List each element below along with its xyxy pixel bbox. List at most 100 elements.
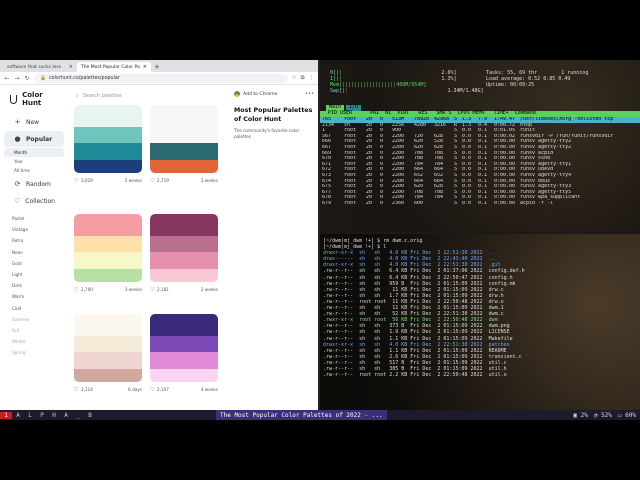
nav-popular-alltime[interactable]: All time [4, 166, 64, 175]
tag-link[interactable]: Retro [0, 235, 68, 246]
like-button[interactable]: ♡ 3,029 [74, 178, 93, 184]
color-swatch[interactable] [150, 214, 218, 237]
workspace-tag[interactable]: A [12, 412, 24, 419]
color-swatch[interactable] [150, 314, 218, 337]
palette-meta: ♡ 2,107 4 weeks [150, 387, 218, 393]
nav-popular-year[interactable]: Year [4, 157, 64, 166]
extensions-icon[interactable]: ⧉ [301, 75, 305, 82]
back-icon[interactable]: ← [4, 75, 10, 82]
tag-link[interactable]: Warm [0, 291, 68, 302]
tag-link[interactable]: Spring [0, 347, 68, 358]
tag-link[interactable]: Dark [0, 280, 68, 291]
reload-icon[interactable]: ↻ [24, 75, 30, 82]
palette-card[interactable]: ♡ 3,029 5 weeks [74, 105, 142, 184]
palette-swatches[interactable] [74, 314, 142, 382]
htop-terminal[interactable]: 0[|| 2.6%] 1[|| 1.3%] Mem[||||||||||||||… [320, 60, 640, 232]
palette-age: 2 weeks [200, 287, 218, 292]
color-swatch[interactable] [74, 336, 142, 353]
workspace-tag[interactable]: H [48, 412, 60, 419]
color-swatch[interactable] [74, 268, 142, 282]
color-swatch[interactable] [74, 368, 142, 382]
palette-card[interactable]: ♡ 2,114 6 days [74, 314, 142, 393]
color-swatch[interactable] [150, 236, 218, 253]
battery-icon: ▭ [617, 411, 622, 419]
palette-card[interactable]: ♡ 2,719 3 weeks [150, 105, 218, 184]
palette-swatches[interactable] [150, 314, 218, 382]
color-swatch[interactable] [74, 236, 142, 253]
color-swatch[interactable] [150, 352, 218, 369]
more-icon[interactable]: ••• [305, 91, 314, 97]
color-swatch[interactable] [74, 159, 142, 173]
palette-swatches[interactable] [74, 214, 142, 282]
color-swatch[interactable] [150, 127, 218, 144]
forward-icon[interactable]: → [14, 75, 20, 82]
process-table-header[interactable]: PID USER PRI NI VIRT RES SHR S CPU% MEM%… [320, 110, 640, 117]
palette-age: 3 weeks [124, 287, 142, 292]
color-swatch[interactable] [150, 159, 218, 173]
palette-swatches[interactable] [150, 105, 218, 173]
search-box[interactable]: ⌕ Search palettes [74, 90, 224, 102]
menu-icon[interactable]: ⋮ [309, 75, 315, 82]
workspace-tag[interactable]: 1 [0, 411, 12, 419]
logo[interactable]: Color Hunt [0, 85, 68, 113]
like-button[interactable]: ♡ 2,181 [150, 287, 169, 293]
color-swatch[interactable] [74, 143, 142, 160]
tag-link[interactable]: Vintage [0, 224, 68, 235]
like-button[interactable]: ♡ 2,719 [150, 178, 169, 184]
nav-new[interactable]: + New [4, 114, 64, 130]
palette-card[interactable]: ♡ 2,700 3 weeks [74, 214, 142, 293]
tag-link[interactable]: Gold [0, 258, 68, 269]
tag-link[interactable]: Summer [0, 314, 68, 325]
tab-suckless[interactable]: software that sucks less × [3, 62, 77, 72]
workspace-tag[interactable]: _ [72, 412, 84, 419]
tag-link[interactable]: Neon [0, 247, 68, 258]
workspace-tag[interactable]: L [24, 412, 36, 419]
palette-age: 6 days [128, 387, 142, 392]
star-icon[interactable]: ☆ [292, 75, 297, 82]
color-swatch[interactable] [74, 252, 142, 269]
palette-age: 4 weeks [200, 387, 218, 392]
color-swatch[interactable] [150, 252, 218, 269]
like-button[interactable]: ♡ 2,700 [74, 287, 93, 293]
color-swatch[interactable] [74, 352, 142, 369]
color-swatch[interactable] [150, 336, 218, 353]
close-icon[interactable]: × [143, 64, 147, 70]
nav-collection[interactable]: ♡ Collection [4, 193, 64, 209]
color-swatch[interactable] [74, 214, 142, 237]
like-button[interactable]: ♡ 2,107 [150, 387, 169, 393]
color-swatch[interactable] [74, 314, 142, 337]
add-to-chrome-button[interactable]: Add to Chrome [234, 91, 314, 97]
tag-link[interactable]: Cold [0, 303, 68, 314]
random-icon: ⟳ [14, 180, 21, 188]
shell-terminal[interactable]: [~/dwm|mj_dwm !+] $ rm dwm.c.orig [~/dwm|… [320, 234, 640, 410]
color-swatch[interactable] [150, 105, 218, 128]
color-swatch[interactable] [74, 105, 142, 128]
tag-link[interactable]: Pastel [0, 213, 68, 224]
url-field[interactable]: 🔒 colorhunt.co/palettes/popular [34, 73, 288, 83]
color-swatch[interactable] [74, 127, 142, 144]
color-swatch[interactable] [150, 368, 218, 382]
palette-swatches[interactable] [150, 214, 218, 282]
workspace-tag[interactable]: B [84, 412, 96, 419]
process-row[interactable]: 679 root 20 0 2360 600 S 0.0 0.1 0:00.00 acpid -f … [320, 201, 640, 207]
palette-card[interactable]: ♡ 2,107 4 weeks [150, 314, 218, 393]
workspace-tag[interactable]: P [36, 412, 48, 419]
nav-popular[interactable]: ● Popular [4, 131, 64, 147]
close-icon[interactable]: × [69, 64, 73, 70]
color-swatch[interactable] [150, 268, 218, 282]
like-button[interactable]: ♡ 2,114 [74, 387, 93, 393]
tab-colorhunt[interactable]: The Most Popular Color Pa × [77, 62, 151, 72]
new-tab-icon[interactable]: + [154, 62, 160, 72]
tag-link[interactable]: Winter [0, 336, 68, 347]
palette-meta: ♡ 3,029 5 weeks [74, 178, 142, 184]
nav-random[interactable]: ⟳ Random [4, 176, 64, 192]
palette-swatches[interactable] [74, 105, 142, 173]
color-swatch[interactable] [150, 143, 218, 160]
search-input[interactable]: Search palettes [83, 93, 122, 99]
tag-link[interactable]: Fall [0, 325, 68, 336]
palette-card[interactable]: ♡ 2,181 2 weeks [150, 214, 218, 293]
status-bar: 1 A L P H A _ B The Most Popular Color Palettes… [0, 410, 640, 420]
workspace-tag[interactable]: A [60, 412, 72, 419]
nav-popular-month[interactable]: Month [4, 148, 64, 157]
tag-link[interactable]: Light [0, 269, 68, 280]
